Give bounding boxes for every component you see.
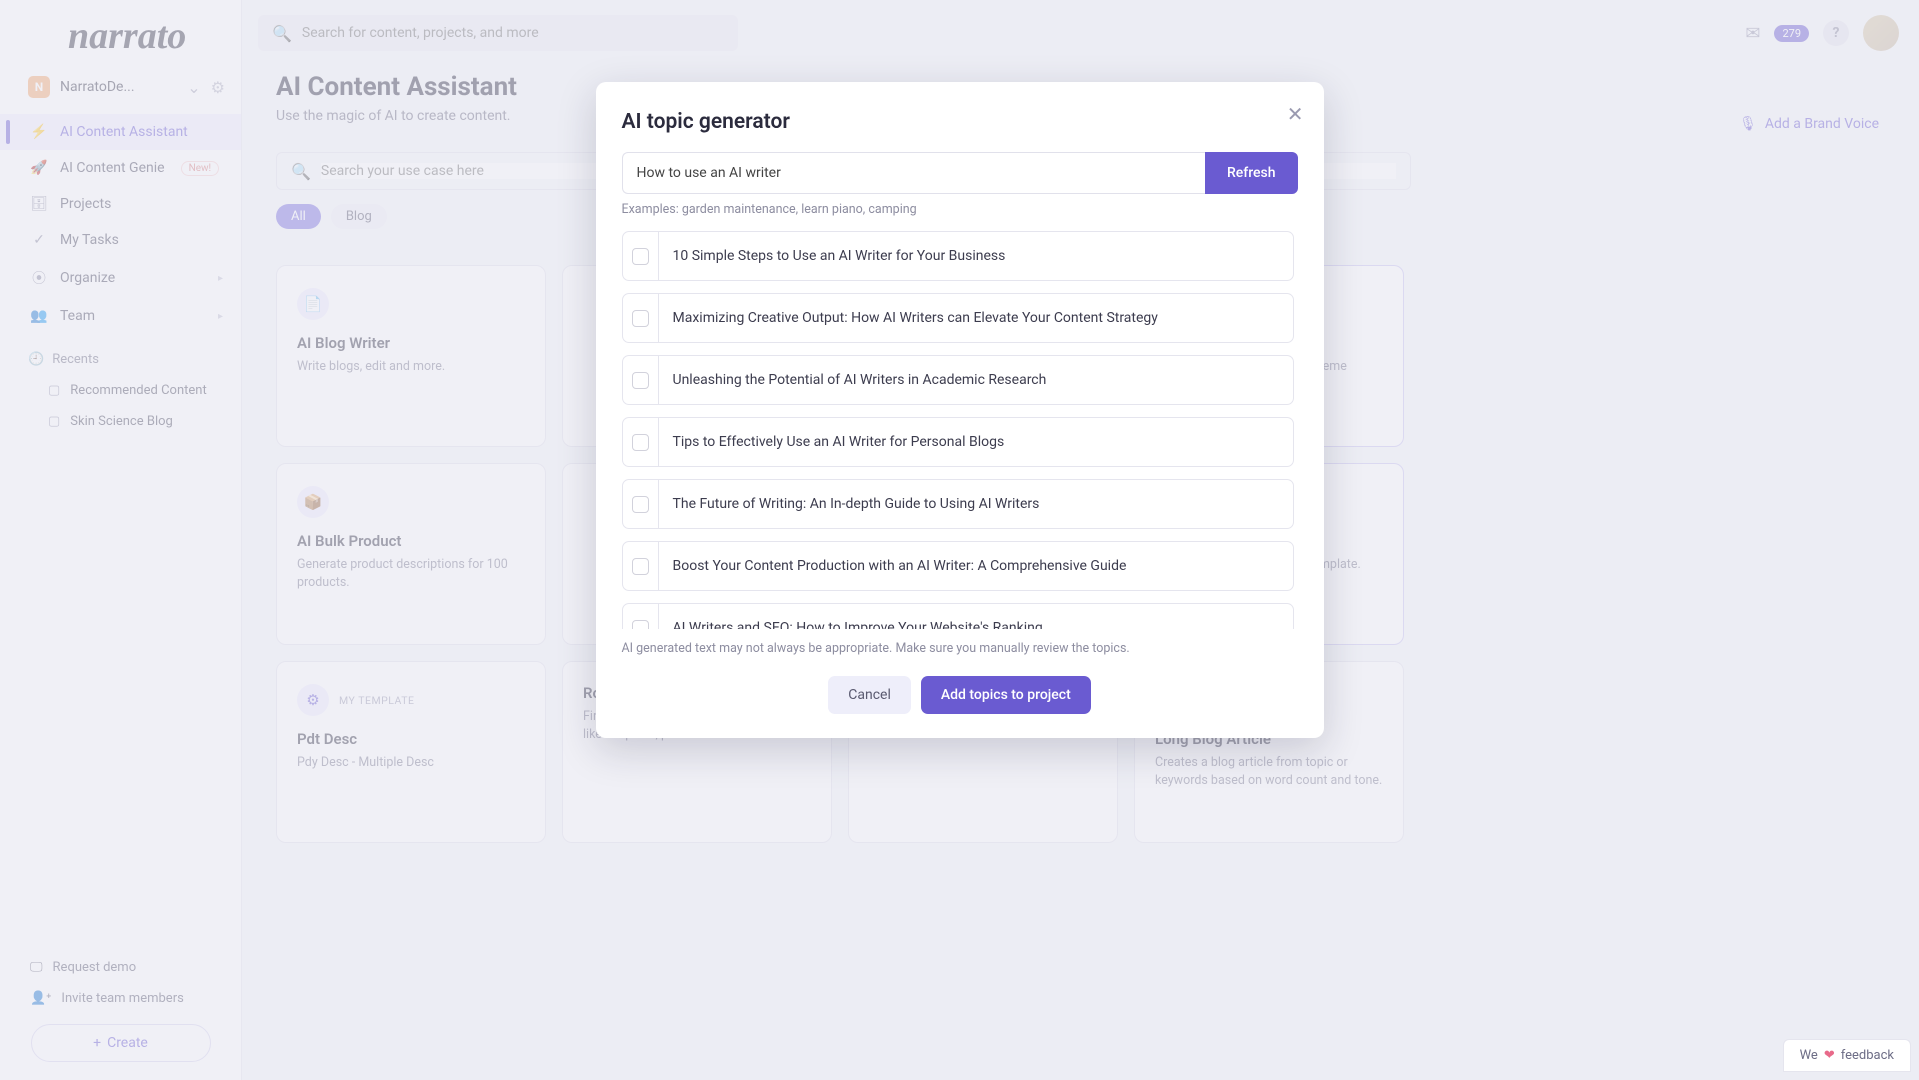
examples-text: Examples: garden maintenance, learn pian… — [622, 202, 1298, 217]
topic-text: The Future of Writing: An In-depth Guide… — [659, 482, 1054, 526]
topic-checkbox[interactable] — [623, 294, 659, 342]
modal-overlay[interactable]: ✕ AI topic generator Refresh Examples: g… — [0, 0, 1919, 1080]
cancel-button[interactable]: Cancel — [828, 676, 911, 714]
topic-text: Boost Your Content Production with an AI… — [659, 544, 1141, 588]
feedback-widget[interactable]: We ❤ feedback — [1783, 1039, 1911, 1072]
modal-title: AI topic generator — [622, 110, 1298, 134]
topic-checkbox[interactable] — [623, 480, 659, 528]
topic-checkbox[interactable] — [623, 418, 659, 466]
ai-topic-generator-modal: ✕ AI topic generator Refresh Examples: g… — [596, 82, 1324, 738]
topic-text: Unleashing the Potential of AI Writers i… — [659, 358, 1061, 402]
topic-row[interactable]: Maximizing Creative Output: How AI Write… — [622, 293, 1294, 343]
disclaimer-text: AI generated text may not always be appr… — [622, 641, 1298, 656]
topic-text: Maximizing Creative Output: How AI Write… — [659, 296, 1172, 340]
close-button[interactable]: ✕ — [1287, 102, 1304, 126]
add-topics-button[interactable]: Add topics to project — [921, 676, 1091, 714]
topics-list[interactable]: 10 Simple Steps to Use an AI Writer for … — [622, 231, 1298, 629]
modal-actions: Cancel Add topics to project — [622, 676, 1298, 714]
topic-row[interactable]: The Future of Writing: An In-depth Guide… — [622, 479, 1294, 529]
topic-row[interactable]: Unleashing the Potential of AI Writers i… — [622, 355, 1294, 405]
topic-checkbox[interactable] — [623, 604, 659, 629]
topic-checkbox[interactable] — [623, 232, 659, 280]
feedback-post: feedback — [1841, 1048, 1894, 1063]
topic-checkbox[interactable] — [623, 542, 659, 590]
topic-input[interactable] — [622, 152, 1205, 194]
feedback-pre: We — [1800, 1048, 1818, 1063]
topic-row[interactable]: Boost Your Content Production with an AI… — [622, 541, 1294, 591]
topic-row[interactable]: Tips to Effectively Use an AI Writer for… — [622, 417, 1294, 467]
topic-row[interactable]: 10 Simple Steps to Use an AI Writer for … — [622, 231, 1294, 281]
refresh-button[interactable]: Refresh — [1205, 152, 1298, 194]
topic-text: 10 Simple Steps to Use an AI Writer for … — [659, 234, 1020, 278]
close-icon: ✕ — [1287, 102, 1304, 126]
topic-text: Tips to Effectively Use an AI Writer for… — [659, 420, 1019, 464]
heart-icon: ❤ — [1824, 1048, 1835, 1063]
topic-row[interactable]: AI Writers and SEO: How to Improve Your … — [622, 603, 1294, 629]
topic-text: AI Writers and SEO: How to Improve Your … — [659, 606, 1057, 629]
topic-checkbox[interactable] — [623, 356, 659, 404]
